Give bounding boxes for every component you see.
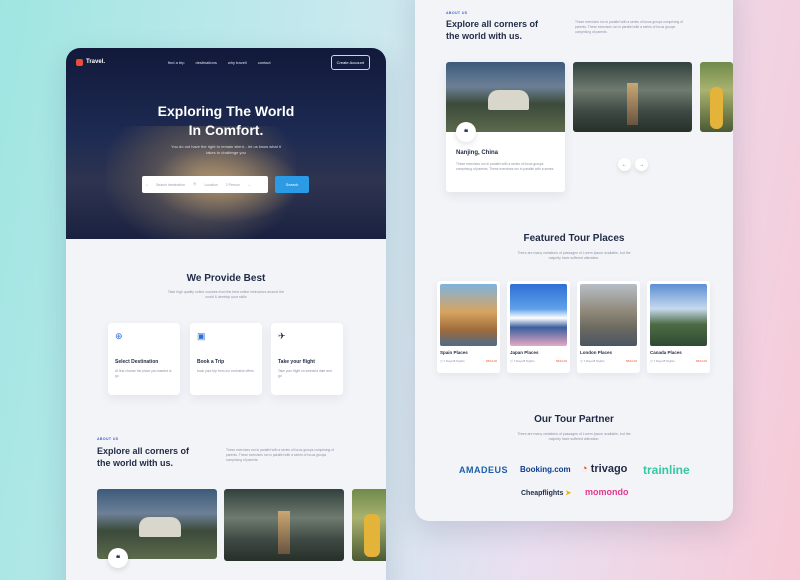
- top-navbar: Travel. find a trip destinations why tra…: [66, 48, 386, 76]
- provide-subtitle: Take high quality online courses from th…: [167, 290, 285, 299]
- service-title: Select Destination: [115, 359, 159, 365]
- logo-text: Travel.: [86, 59, 106, 65]
- logo[interactable]: Travel.: [76, 58, 106, 66]
- next-arrow-button[interactable]: →: [635, 158, 648, 171]
- tour-place-card[interactable]: London Places ◷ 7 Days/8 Nights $544.00: [577, 281, 640, 373]
- hero-title-line1: Exploring The World: [157, 103, 295, 119]
- place-name: Spain Places: [440, 350, 468, 355]
- place-price: $544.00: [486, 359, 497, 363]
- logo-icon: [76, 58, 83, 66]
- featured-subtitle: There are many variations of passages of…: [517, 251, 631, 260]
- provide-title: We Provide Best: [186, 273, 266, 284]
- backpacker-photo: [352, 489, 386, 561]
- nav-link-why-travel[interactable]: why travell: [228, 60, 247, 65]
- japan-photo: [510, 284, 567, 346]
- review-place: Nanjing, China: [456, 150, 498, 156]
- about-desc: These exercises run in parallel with a s…: [575, 20, 683, 34]
- place-duration: 7 Days/8 Nights: [653, 359, 675, 363]
- cheapflights-icon: ➤: [565, 490, 572, 497]
- place-duration: 7 Days/8 Nights: [443, 359, 465, 363]
- about-title-line1: Explore all corners of: [446, 19, 539, 29]
- place-duration: 7 Days/8 Nights: [583, 359, 605, 363]
- search-button[interactable]: Search: [275, 176, 309, 193]
- place-price: $544.00: [556, 359, 567, 363]
- quote-icon: ❝: [108, 548, 128, 568]
- hero-section: Travel. find a trip destinations why tra…: [66, 48, 386, 239]
- trivago-icon: ◔: [581, 463, 588, 475]
- nav-links: find a trip destinations why travell con…: [168, 60, 271, 65]
- bridge-hiker-photo: [224, 489, 344, 561]
- service-card[interactable]: ⊕ Select Destination At first choose the…: [108, 323, 180, 395]
- about-title-line2: the world with us.: [446, 31, 522, 41]
- partner-trivago-logo[interactable]: ◔ trivago: [581, 463, 627, 475]
- partners-title: Our Tour Partner: [534, 414, 614, 425]
- place-price: $544.00: [626, 359, 637, 363]
- clock-icon: ◷ 7 Days/8 Nights: [440, 359, 465, 363]
- partners-subtitle: There are many variations of passages of…: [517, 432, 631, 441]
- service-title: Book a Trip: [197, 359, 225, 365]
- service-title: Take your flight: [278, 359, 315, 365]
- about-title-line1: Explore all corners of: [97, 446, 190, 456]
- clock-icon: ◷ 7 Days/8 Nights: [510, 359, 535, 363]
- service-card[interactable]: ✈ Take your flight Take your flight on s…: [271, 323, 343, 395]
- service-card[interactable]: ▣ Book a Trip book your trip from our ex…: [190, 323, 262, 395]
- place-duration: 7 Days/8 Nights: [513, 359, 535, 363]
- canada-photo: [650, 284, 707, 346]
- prev-arrow-button[interactable]: ←: [618, 158, 631, 171]
- service-desc: At first choose the place you wanted to …: [115, 369, 172, 378]
- partner-booking-logo[interactable]: Booking.com: [520, 465, 571, 474]
- partner-trainline-logo[interactable]: trainline: [643, 463, 690, 477]
- london-photo: [580, 284, 637, 346]
- nav-link-destinations[interactable]: destinations: [195, 60, 216, 65]
- traveler-icon: ✈: [278, 331, 286, 341]
- quote-icon: ❝: [456, 122, 476, 142]
- review-card[interactable]: ❝ Nanjing, China These exercises run in …: [446, 62, 565, 192]
- partner-amadeus-logo[interactable]: AMADEUS: [459, 465, 508, 475]
- create-account-button[interactable]: Create Account: [330, 54, 370, 70]
- about-desc: These exercises run in parallel with a s…: [226, 448, 334, 462]
- tour-place-card[interactable]: Japan Places ◷ 7 Days/8 Nights $544.00: [507, 281, 570, 373]
- ticket-icon: ▣: [197, 331, 206, 341]
- landing-page-mockup-right: ABOUT US Explore all corners of the worl…: [415, 0, 733, 521]
- review-text: These exercises run in parallel with a s…: [456, 162, 555, 171]
- service-desc: book your trip from our exclusive offers: [197, 369, 254, 373]
- tour-place-card[interactable]: Spain Places ◷ 7 Days/8 Nights $544.00: [437, 281, 500, 373]
- search-icon: ⌕: [146, 182, 148, 187]
- chevron-down-icon: ⌄: [247, 182, 251, 187]
- nav-link-contact[interactable]: contact: [258, 60, 271, 65]
- hero-title: Exploring The World In Comfort.: [66, 102, 386, 140]
- destination-input[interactable]: Search destination: [156, 183, 185, 187]
- about-title: Explore all corners of the world with us…: [446, 18, 538, 42]
- about-eyebrow: ABOUT US: [97, 437, 119, 441]
- place-name: Canada Places: [650, 350, 682, 355]
- place-name: London Places: [580, 350, 613, 355]
- place-name: Japan Places: [510, 350, 539, 355]
- destination-pin-icon: ⊕: [115, 331, 123, 341]
- featured-title: Featured Tour Places: [523, 233, 625, 244]
- spain-photo: [440, 284, 497, 346]
- partner-cheapflights-text: Cheapflights: [521, 490, 564, 497]
- about-title-line2: the world with us.: [97, 458, 173, 468]
- place-price: $544.00: [696, 359, 707, 363]
- search-bar: ⌕ Search destination ⦿ Location 2 Person…: [142, 176, 268, 193]
- hero-title-line2: In Comfort.: [188, 122, 264, 138]
- hero-subtitle: You do not have the right to remain sile…: [171, 144, 281, 155]
- backpacker-photo: [700, 62, 733, 132]
- service-desc: Take your flight on selected date and go: [278, 369, 332, 378]
- tour-place-card[interactable]: Canada Places ◷ 7 Days/8 Nights $544.00: [647, 281, 710, 373]
- bridge-hiker-photo: [573, 62, 692, 132]
- nav-link-find-trip[interactable]: find a trip: [168, 60, 184, 65]
- partner-momondo-logo[interactable]: momondo: [585, 487, 629, 497]
- location-pin-icon: ⦿: [192, 182, 197, 186]
- about-eyebrow: ABOUT US: [446, 11, 468, 15]
- location-input[interactable]: Location: [204, 183, 217, 187]
- persons-select[interactable]: 2 Person: [226, 183, 240, 187]
- landing-page-mockup-left: Travel. find a trip destinations why tra…: [66, 48, 386, 580]
- clock-icon: ◷ 7 Days/8 Nights: [580, 359, 605, 363]
- partner-trivago-text: trivago: [590, 463, 628, 475]
- clock-icon: ◷ 7 Days/8 Nights: [650, 359, 675, 363]
- about-title: Explore all corners of the world with us…: [97, 445, 189, 469]
- partner-cheapflights-logo[interactable]: Cheapflights ➤: [521, 489, 571, 497]
